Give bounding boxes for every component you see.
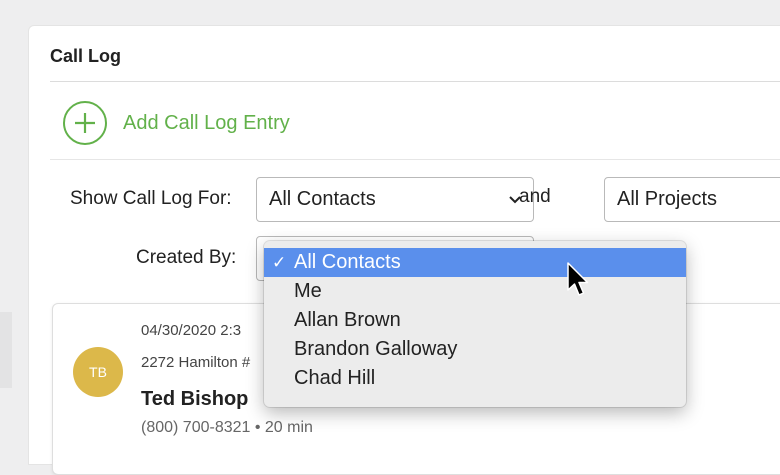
dropdown-option-chad-hill[interactable]: Chad Hill — [264, 364, 686, 393]
entry-date: 04/30/2020 2:3 — [141, 322, 242, 339]
entry-phone-duration: (800) 700-8321 • 20 min — [141, 419, 313, 436]
panel-title: Call Log — [50, 46, 121, 66]
dropdown-option-brandon-galloway[interactable]: Brandon Galloway — [264, 335, 686, 364]
entry-address: 2272 Hamilton # — [141, 354, 251, 371]
divider — [50, 159, 780, 160]
created-by-label: Created By: — [136, 247, 237, 268]
option-label: Me — [294, 280, 322, 302]
divider — [50, 81, 780, 82]
projects-select[interactable]: All Projects — [604, 177, 780, 222]
option-label: Chad Hill — [294, 367, 376, 389]
contacts-select-value: All Contacts — [269, 188, 376, 210]
checkmark-icon: ✓ — [272, 252, 287, 272]
option-label: All Contacts — [294, 251, 401, 273]
plus-icon — [63, 101, 107, 145]
mouse-pointer-icon — [567, 262, 589, 296]
add-entry-label: Add Call Log Entry — [123, 111, 290, 134]
dropdown-option-me[interactable]: Me — [264, 277, 686, 306]
and-label: and — [519, 186, 551, 207]
projects-select-value: All Projects — [617, 188, 718, 210]
created-by-dropdown-menu: ✓ All Contacts Me Allan Brown Brandon Ga… — [264, 241, 686, 407]
show-for-label: Show Call Log For: — [70, 188, 232, 209]
dropdown-option-allan-brown[interactable]: Allan Brown — [264, 306, 686, 335]
entry-contact-name: Ted Bishop — [141, 388, 249, 410]
side-tab — [0, 312, 12, 388]
option-label: Allan Brown — [294, 309, 401, 331]
contacts-select[interactable]: All Contacts — [256, 177, 534, 222]
option-label: Brandon Galloway — [294, 338, 458, 360]
avatar: TB — [73, 347, 123, 397]
add-call-log-entry-button[interactable]: Add Call Log Entry — [63, 99, 290, 147]
dropdown-option-all-contacts[interactable]: ✓ All Contacts — [264, 248, 686, 277]
